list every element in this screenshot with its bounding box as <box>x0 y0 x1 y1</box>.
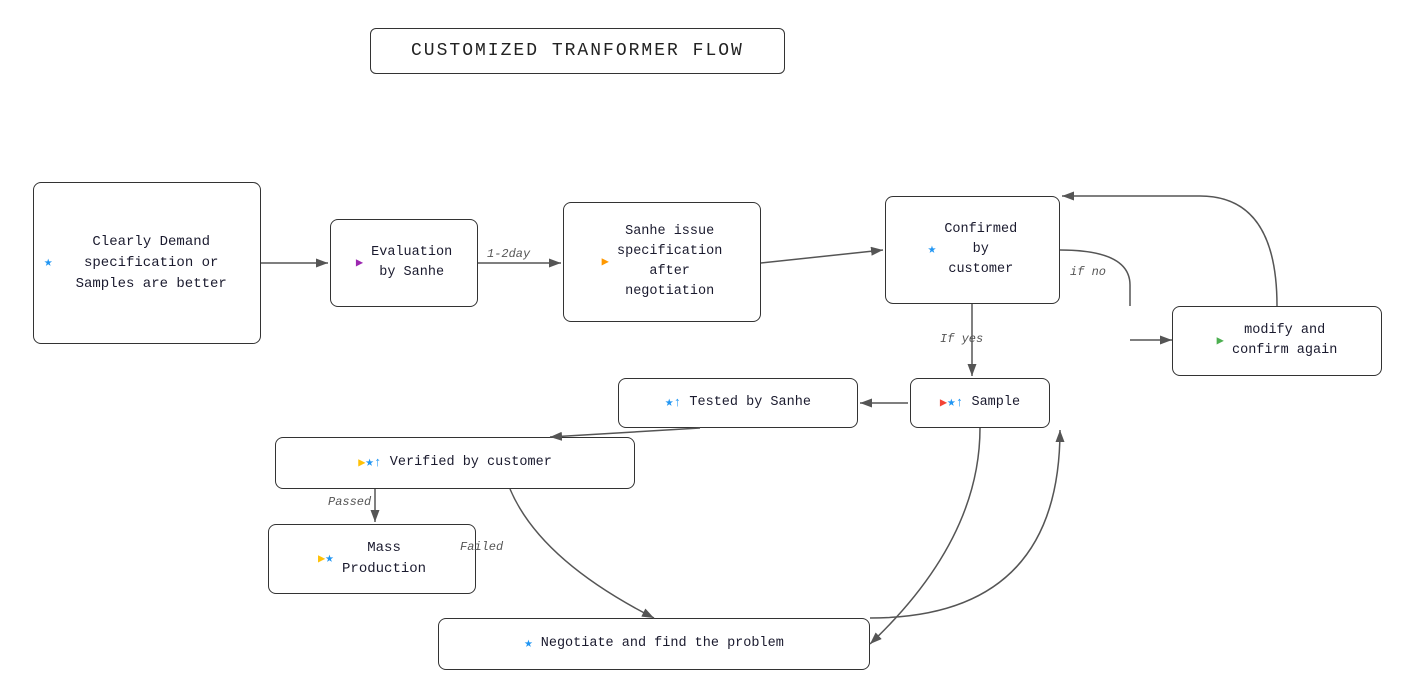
label-if-yes: If yes <box>940 332 983 346</box>
tested-arrow-icon: ↑ <box>673 393 681 413</box>
demand-star-icon: ★ <box>44 253 52 274</box>
node-sample: ▶ ★ ↑ Sample <box>910 378 1050 428</box>
mass-label: MassProduction <box>342 538 426 580</box>
verified-tri-icon: ▶ <box>358 454 365 472</box>
mass-star-icon: ★ <box>325 549 333 570</box>
eval-label: Evaluationby Sanhe <box>371 243 452 284</box>
verified-star-icon: ★ <box>365 453 373 474</box>
demand-label: Clearly Demand specification or Samples … <box>52 232 250 295</box>
verified-label: Verified by customer <box>390 453 552 473</box>
diagram-container: CUSTOMIZED TRANFORMER FLOW ★ Clearly Dem… <box>0 0 1406 683</box>
mass-tri-icon: ▶ <box>318 550 325 568</box>
confirmed-label: Confirmedbycustomer <box>944 220 1017 281</box>
node-demand: ★ Clearly Demand specification or Sample… <box>33 182 261 344</box>
sample-label: Sample <box>971 393 1020 413</box>
node-negotiate: ★ Negotiate and find the problem <box>438 618 870 670</box>
label-if-no: if no <box>1070 265 1106 279</box>
label-passed: Passed <box>328 495 371 509</box>
eval-tri-icon: ▶ <box>356 254 363 272</box>
tested-label: Tested by Sanhe <box>689 393 811 413</box>
node-modify: ▶ modify andconfirm again <box>1172 306 1382 376</box>
diagram-title: CUSTOMIZED TRANFORMER FLOW <box>370 28 785 74</box>
negotiate-label: Negotiate and find the problem <box>541 634 784 654</box>
node-sanhe-issue: ▶ Sanhe issuespecificationafternegotiati… <box>563 202 761 322</box>
sanhe-tri-icon: ▶ <box>602 253 609 271</box>
sample-tri-icon: ▶ <box>940 394 947 412</box>
node-confirmed: ★ Confirmedbycustomer <box>885 196 1060 304</box>
label-days: 1-2day <box>487 247 530 261</box>
tested-star-icon: ★ <box>665 393 673 414</box>
node-mass-production: ▶ ★ MassProduction <box>268 524 476 594</box>
node-evaluation: ▶ Evaluationby Sanhe <box>330 219 478 307</box>
modify-tri-icon: ▶ <box>1217 332 1224 350</box>
verified-arrow-icon: ↑ <box>374 453 382 473</box>
modify-label: modify andconfirm again <box>1232 321 1337 362</box>
node-tested: ★ ↑ Tested by Sanhe <box>618 378 858 428</box>
sanhe-issue-label: Sanhe issuespecificationafternegotiation <box>617 222 722 303</box>
label-failed: Failed <box>460 540 503 554</box>
sample-arrow-icon: ↑ <box>956 393 964 413</box>
sample-star-icon: ★ <box>947 393 955 414</box>
title-text: CUSTOMIZED TRANFORMER FLOW <box>411 41 744 61</box>
negotiate-star-icon: ★ <box>524 634 532 655</box>
confirmed-star-icon: ★ <box>928 240 936 261</box>
node-verified: ▶ ★ ↑ Verified by customer <box>275 437 635 489</box>
